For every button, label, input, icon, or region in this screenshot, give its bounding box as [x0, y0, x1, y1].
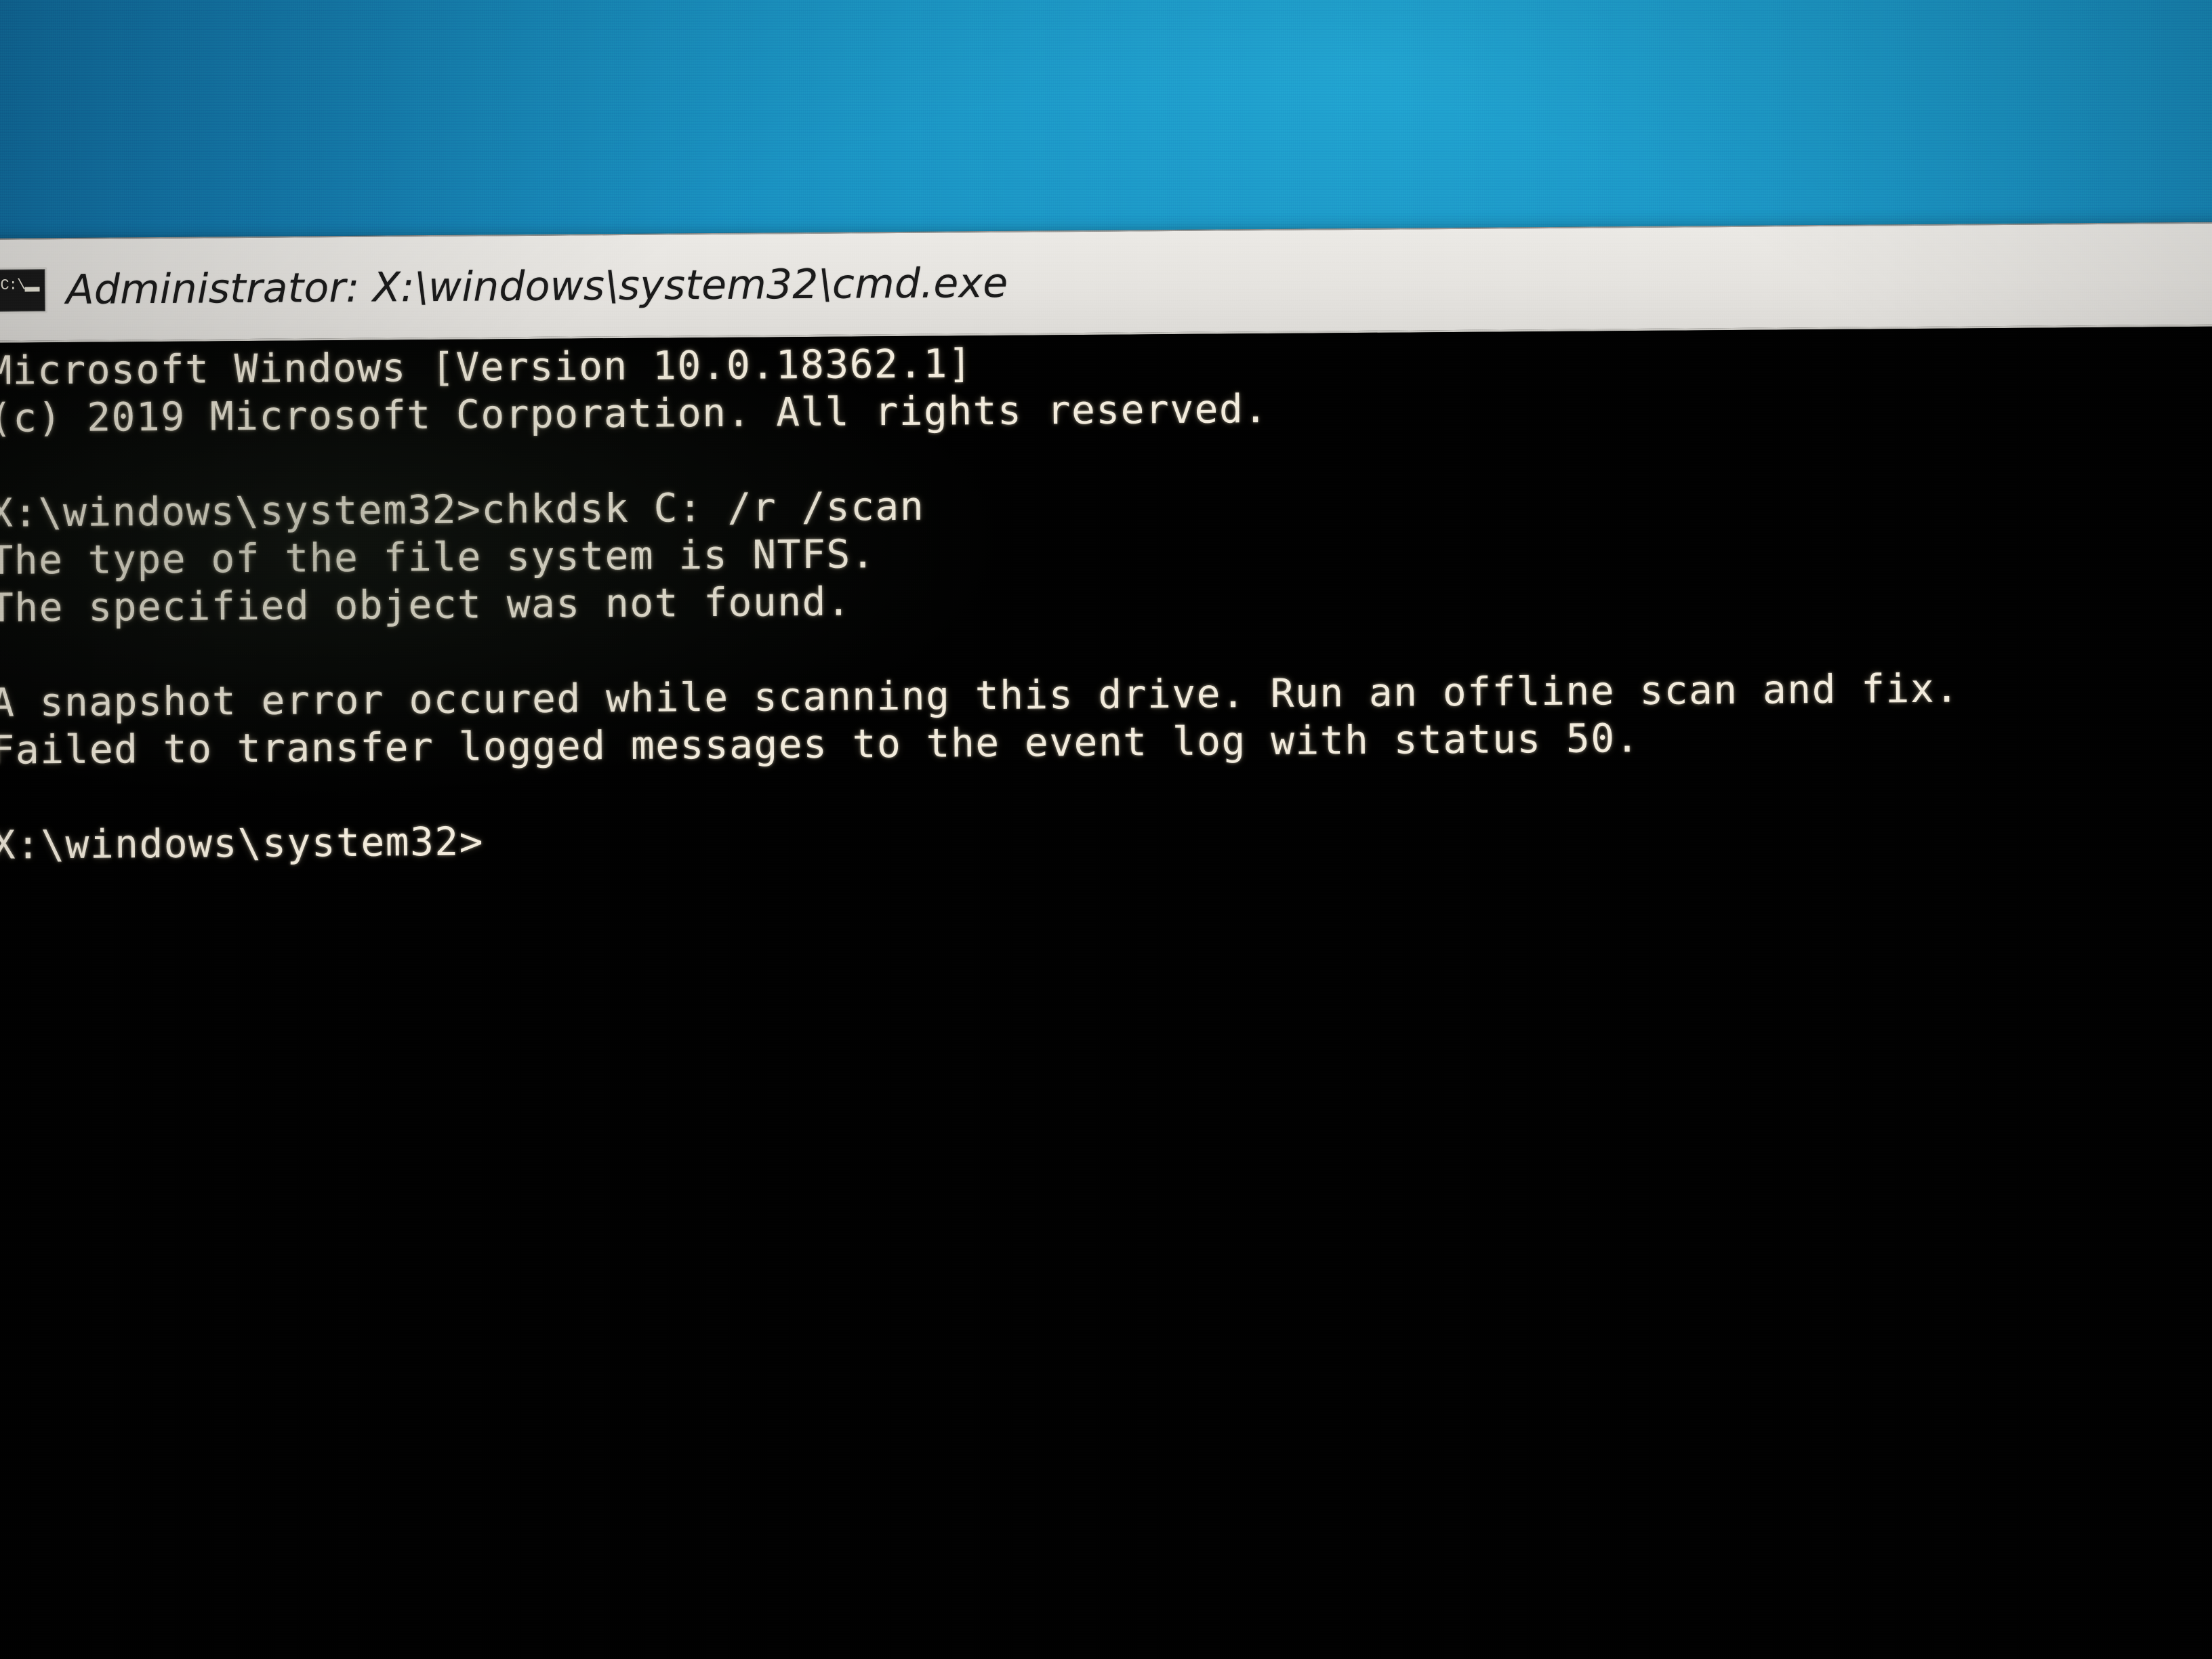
cmd-icon-cursor: [24, 286, 40, 291]
desktop-screen: C:\ Administrator: X:\windows\system32\c…: [0, 0, 2212, 1659]
window-title: Administrator: X:\windows\system32\cmd.e…: [66, 259, 1008, 314]
cmd-icon-prompt-glyph: C:\: [0, 276, 26, 294]
console-window-container: C:\ Administrator: X:\windows\system32\c…: [0, 222, 2212, 1659]
console-window[interactable]: C:\ Administrator: X:\windows\system32\c…: [0, 222, 2212, 1659]
console-output-area[interactable]: Microsoft Windows [Version 10.0.18362.1]…: [0, 326, 2212, 1659]
window-titlebar[interactable]: C:\ Administrator: X:\windows\system32\c…: [0, 223, 2212, 343]
cmd-console-icon: C:\: [0, 266, 47, 314]
